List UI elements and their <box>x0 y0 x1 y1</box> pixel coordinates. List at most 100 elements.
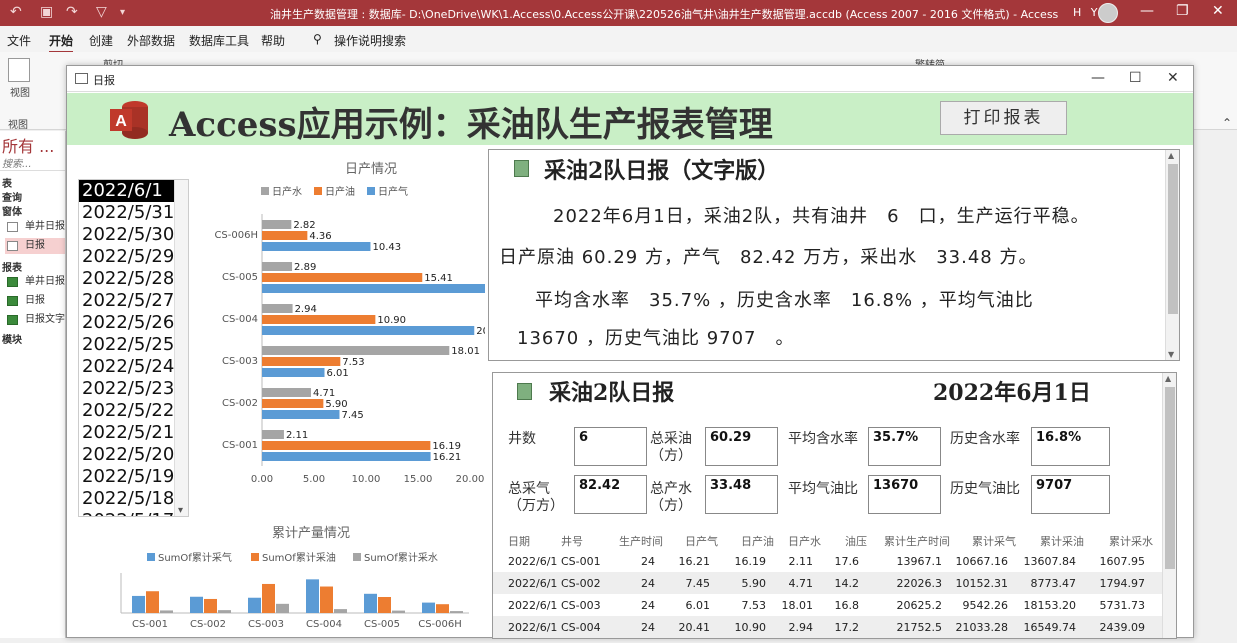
table-cell: 16.19 <box>734 555 767 568</box>
report-date: 2022年6月1日 <box>933 380 1091 406</box>
date-list-item[interactable]: 2022/5/26 <box>79 312 188 334</box>
nav-group-tables[interactable]: 表 <box>2 175 12 190</box>
table-cell: 4.71 <box>788 577 814 590</box>
tab-database-tools[interactable]: 数据库工具 <box>189 32 249 49</box>
table-cell: 18.01 <box>781 599 814 612</box>
scroll-up-icon[interactable]: ▲ <box>1168 151 1174 160</box>
scroll-down-icon[interactable]: ▼ <box>1168 350 1174 359</box>
field-wells[interactable]: 6 <box>574 427 647 466</box>
nav-group-reports[interactable]: 报表 <box>2 259 22 274</box>
date-list-scrollbar[interactable]: ▾ <box>174 180 188 516</box>
svg-text:A: A <box>115 113 127 130</box>
nav-header[interactable]: 所有 ... <box>2 133 54 157</box>
form-minimize-icon[interactable]: — <box>1091 70 1105 86</box>
view-button-label[interactable]: 视图 <box>10 84 30 99</box>
date-list-item[interactable]: 2022/5/24 <box>79 356 188 378</box>
scroll-down-icon[interactable]: ▾ <box>178 505 183 516</box>
nav-form-daily[interactable]: 日报 <box>5 238 65 254</box>
date-list-item[interactable]: 2022/5/29 <box>79 246 188 268</box>
redo-icon[interactable]: ↷ <box>66 4 78 20</box>
table-row[interactable]: 2022/6/1 CS-001 24 16.21 16.19 2.11 17.6 13967.… <box>493 550 1168 572</box>
text-report-scrollbar[interactable]: ▲ ▼ <box>1165 150 1179 360</box>
scrollbar-thumb[interactable] <box>1165 387 1175 569</box>
table-row[interactable]: 2022/6/1 CS-004 24 20.41 10.90 2.94 17.2 21752.… <box>493 616 1168 638</box>
nav-report-daily-text[interactable]: 日报文字 <box>5 312 65 328</box>
table-header: 累计采气 <box>972 535 1016 548</box>
table-header: 累计采水 <box>1109 535 1153 548</box>
tab-external-data[interactable]: 外部数据 <box>127 32 175 49</box>
nav-search-input[interactable]: 搜索... <box>0 155 65 171</box>
filter-icon[interactable]: ▽ <box>96 4 107 20</box>
nav-group-forms[interactable]: 窗体 <box>2 203 22 218</box>
chart-title: 累计产量情况 <box>272 526 350 541</box>
field-avg-water-cut[interactable]: 35.7% <box>868 427 941 466</box>
avatar[interactable] <box>1098 3 1118 23</box>
print-report-button[interactable]: 打印报表 <box>940 101 1067 135</box>
table-cell: 10152.31 <box>955 577 1009 590</box>
date-list-item[interactable]: 2022/6/1 <box>79 180 174 202</box>
table-row[interactable]: 2022/6/1 CS-002 24 7.45 5.90 4.71 14.2 22026.3 1… <box>493 572 1168 594</box>
nav-form-single-well[interactable]: 单井日报 <box>5 219 65 235</box>
collapse-ribbon-icon[interactable]: ⌃ <box>1222 116 1232 130</box>
y-tick-label: CS-001 <box>222 440 258 451</box>
bar <box>450 611 463 613</box>
date-list-item[interactable]: 2022/5/30 <box>79 224 188 246</box>
report-scrollbar[interactable]: ▲ <box>1162 373 1176 638</box>
field-total-oil[interactable]: 60.29 <box>705 427 778 466</box>
tab-file[interactable]: 文件 <box>7 32 31 49</box>
tell-me-search[interactable]: 操作说明搜索 <box>334 32 406 49</box>
form-maximize-icon[interactable]: ☐ <box>1129 70 1142 86</box>
data-label: 20.41 <box>476 326 485 337</box>
minimize-icon[interactable]: — <box>1140 3 1154 19</box>
legend-swatch <box>353 553 361 561</box>
date-list-item[interactable]: 2022/5/31 <box>79 202 188 224</box>
date-list-item[interactable]: 2022/5/28 <box>79 268 188 290</box>
date-list-item[interactable]: 2022/5/17 <box>79 510 188 516</box>
table-header: 油压 <box>845 535 867 548</box>
field-hist-gor[interactable]: 9707 <box>1031 475 1110 514</box>
field-total-gas[interactable]: 82.42 <box>574 475 647 514</box>
view-icon[interactable] <box>8 58 30 82</box>
field-hist-water-cut[interactable]: 16.8% <box>1031 427 1110 466</box>
user-name[interactable]: H Y <box>1073 6 1101 19</box>
field-label-total-water: 总产水（方） <box>650 481 692 514</box>
date-list-item[interactable]: 2022/5/25 <box>79 334 188 356</box>
search-icon[interactable]: ⚲ <box>313 32 322 46</box>
save-icon[interactable]: ▣ <box>40 4 53 20</box>
restore-icon[interactable]: ❐ <box>1176 3 1189 19</box>
date-list-item[interactable]: 2022/5/20 <box>79 444 188 466</box>
daily-production-chart: 日产情况日产水日产油日产气0.005.0010.0015.0020.0025.0… <box>214 162 485 485</box>
date-list-item[interactable]: 2022/5/23 <box>79 378 188 400</box>
undo-icon[interactable]: ↶ <box>10 4 22 20</box>
tab-help[interactable]: 帮助 <box>261 32 285 49</box>
date-list-item[interactable]: 2022/5/18 <box>79 488 188 510</box>
table-row[interactable]: 2022/6/1 CS-003 24 6.01 7.53 18.01 16.8 20625.2… <box>493 594 1168 616</box>
bar <box>334 609 347 613</box>
nav-report-daily[interactable]: 日报 <box>5 293 65 309</box>
date-listbox[interactable]: 2022/6/1 2022/5/31 2022/5/30 2022/5/29 2022/… <box>78 179 189 517</box>
bar <box>262 304 293 313</box>
customize-quick-access-icon[interactable]: ▾ <box>120 7 125 18</box>
field-label-total-oil: 总采油（方） <box>650 431 692 464</box>
date-list-item[interactable]: 2022/5/21 <box>79 422 188 444</box>
field-avg-gor[interactable]: 13670 <box>868 475 941 514</box>
close-icon[interactable]: ✕ <box>1212 3 1224 19</box>
tab-create[interactable]: 创建 <box>89 32 113 49</box>
date-list-item[interactable]: 2022/5/27 <box>79 290 188 312</box>
scrollbar-thumb[interactable] <box>1168 164 1178 314</box>
table-cell: CS-003 <box>561 599 601 612</box>
nav-group-queries[interactable]: 查询 <box>2 189 22 204</box>
table-cell: 5731.73 <box>1099 599 1146 612</box>
table-cell: 22026.3 <box>896 577 943 590</box>
field-total-water[interactable]: 33.48 <box>705 475 778 514</box>
date-list-item[interactable]: 2022/5/22 <box>79 400 188 422</box>
tab-home[interactable]: 开始 <box>49 32 74 53</box>
y-tick-label: CS-004 <box>222 314 258 325</box>
scroll-up-icon[interactable]: ▲ <box>1165 374 1171 383</box>
data-label: 7.45 <box>341 410 363 421</box>
bar <box>378 597 391 613</box>
nav-report-single-well[interactable]: 单井日报 <box>5 274 65 290</box>
nav-group-modules[interactable]: 模块 <box>2 331 22 346</box>
date-list-item[interactable]: 2022/5/19 <box>79 466 188 488</box>
form-close-icon[interactable]: ✕ <box>1167 70 1179 86</box>
